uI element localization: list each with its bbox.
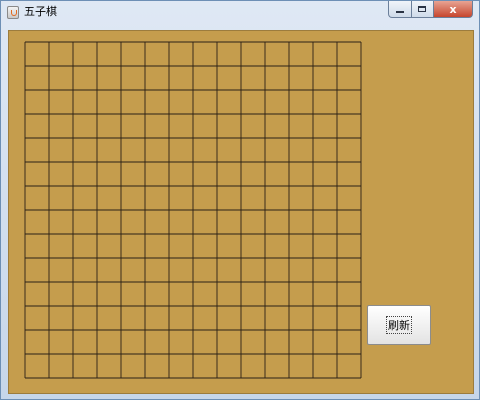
gomoku-board[interactable]: [24, 41, 362, 379]
application-window: 五子棋 x 刷新: [0, 0, 480, 400]
minimize-button[interactable]: [388, 1, 412, 18]
maximize-icon: [418, 6, 427, 12]
java-app-icon[interactable]: [7, 6, 19, 19]
refresh-button[interactable]: 刷新: [367, 305, 431, 345]
minimize-icon: [395, 10, 404, 13]
board-grid[interactable]: [24, 41, 362, 379]
close-button[interactable]: x: [434, 1, 473, 18]
title-bar[interactable]: 五子棋 x: [1, 1, 479, 24]
close-icon: x: [449, 2, 457, 16]
maximize-button[interactable]: [411, 1, 435, 18]
game-panel: 刷新: [8, 30, 474, 394]
caption-buttons: x: [388, 1, 473, 19]
window-title: 五子棋: [24, 5, 57, 18]
refresh-button-label: 刷新: [386, 316, 412, 334]
